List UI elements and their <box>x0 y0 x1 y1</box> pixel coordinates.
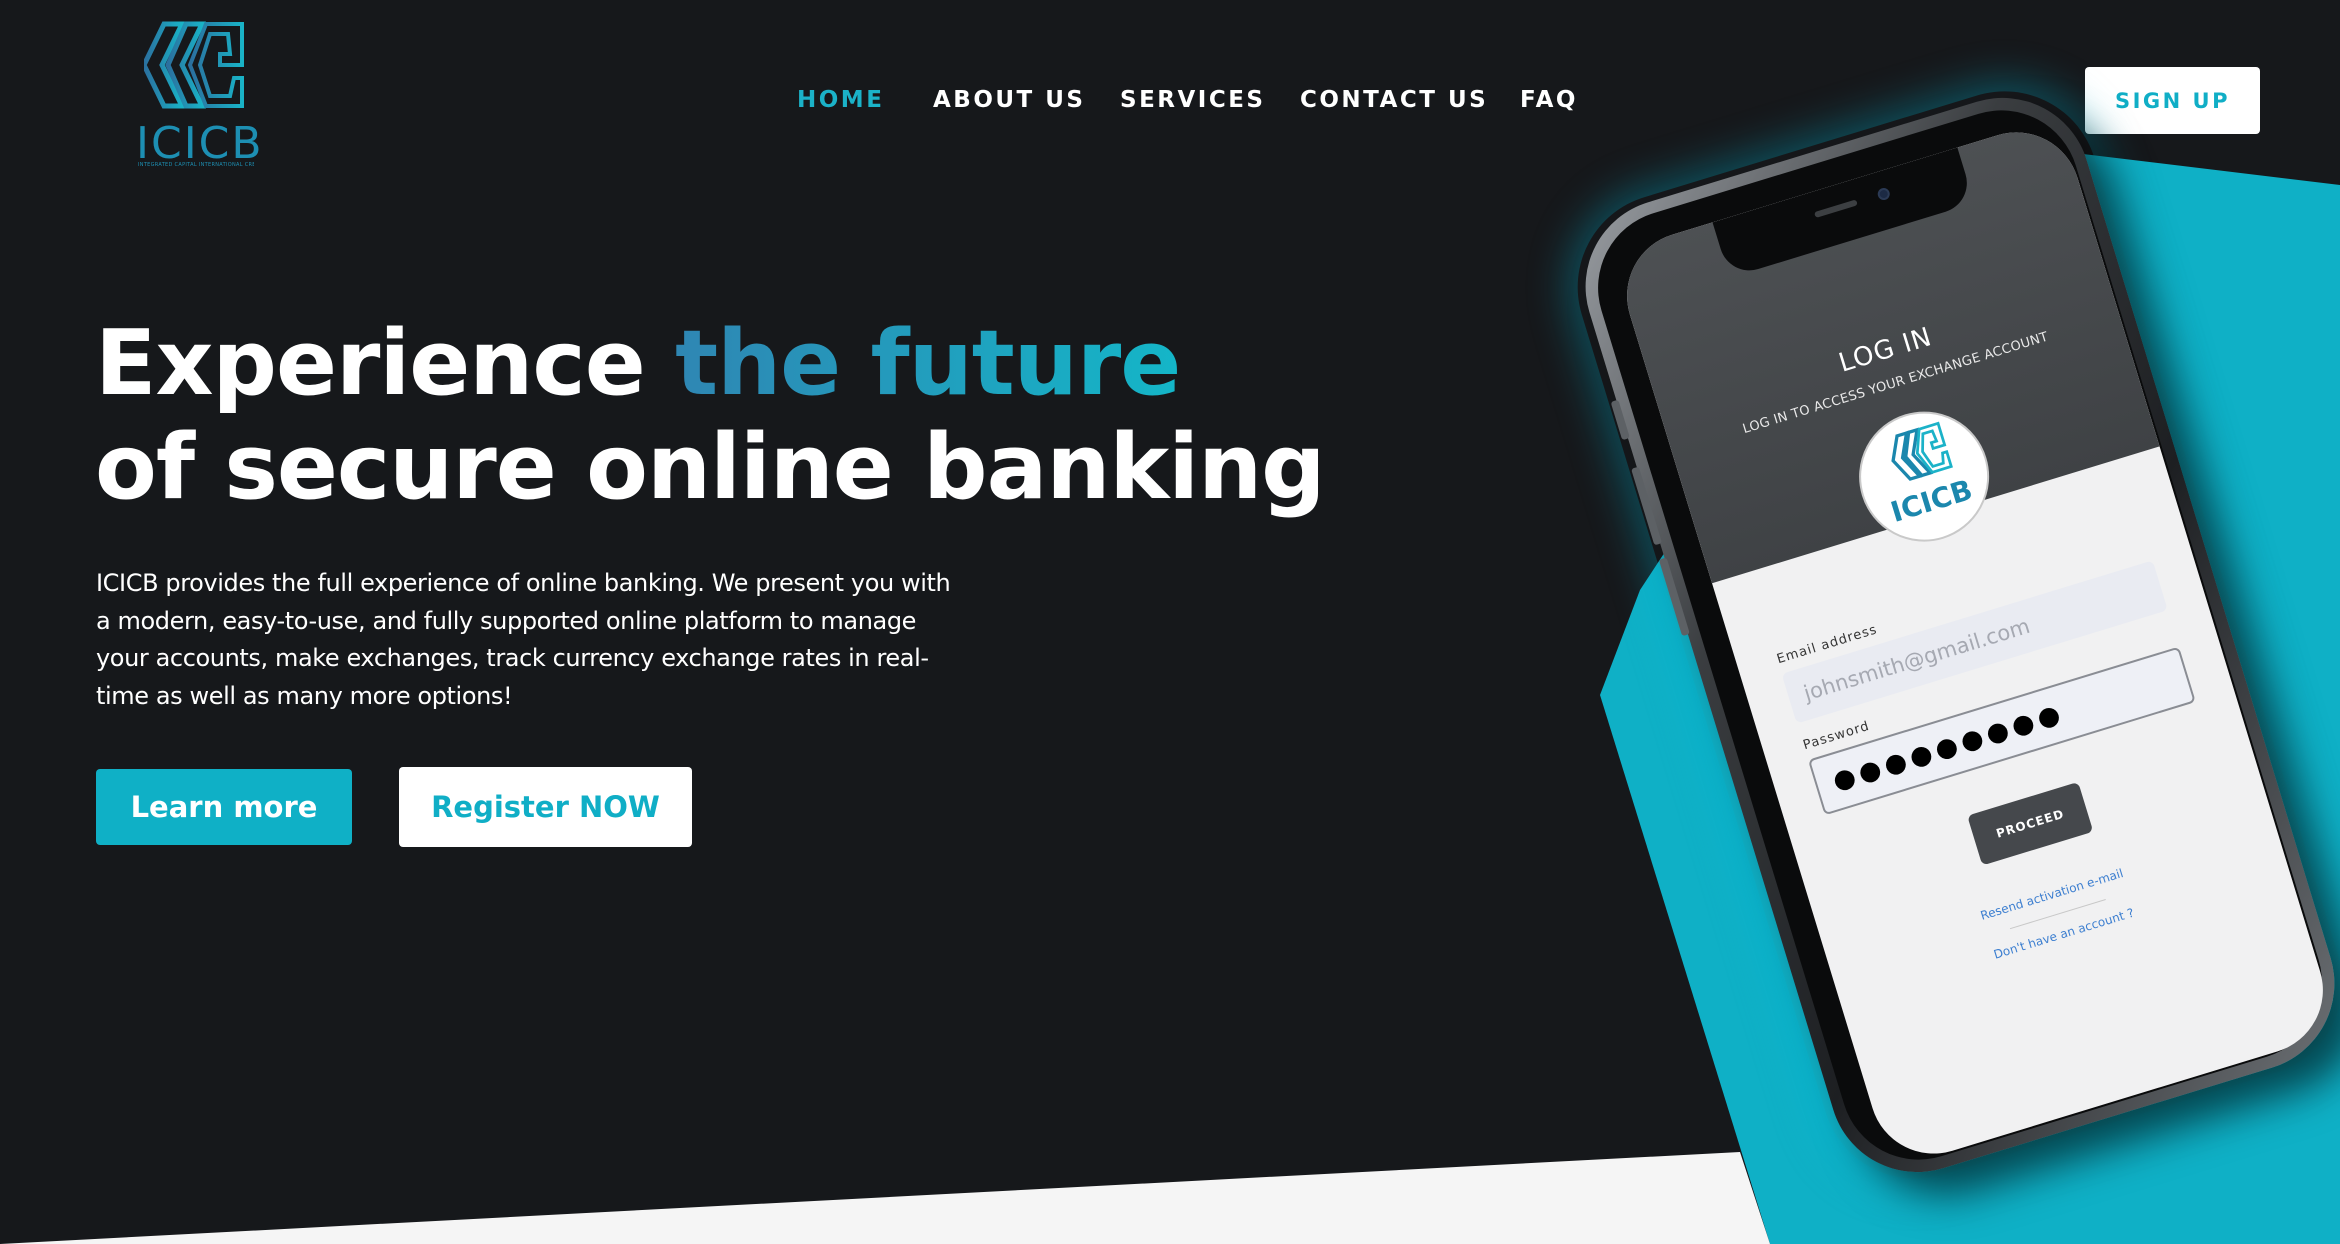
icicb-logo-icon <box>144 21 244 109</box>
white-footer-wedge <box>0 1152 1770 1244</box>
hero-title: Experience the future of secure online b… <box>95 312 1326 520</box>
sign-up-button[interactable]: SIGN UP <box>2085 67 2260 134</box>
nav-home[interactable]: HOME <box>797 84 884 116</box>
brand-logo[interactable]: ICICB INTEGRATED CAPITAL INTERNATIONAL C… <box>128 20 268 170</box>
proceed-button[interactable]: PROCEED <box>1967 781 2094 866</box>
hero-title-plain: Experience <box>95 311 676 416</box>
nav-faq[interactable]: FAQ <box>1520 84 1578 116</box>
learn-more-button[interactable]: Learn more <box>96 769 352 845</box>
nav-about-us[interactable]: ABOUT US <box>933 84 1086 116</box>
hero-description: ICICB provides the full experience of on… <box>96 569 951 710</box>
register-now-button[interactable]: Register NOW <box>399 767 692 847</box>
hero-title-line-1: Experience the future <box>95 312 1295 416</box>
landing-page: ICICB INTEGRATED CAPITAL INTERNATIONAL C… <box>0 0 2340 1244</box>
hero-title-line-2: of secure online banking <box>95 415 1326 520</box>
brand-tagline: INTEGRATED CAPITAL INTERNATIONAL CREDIT … <box>138 162 254 168</box>
nav-services[interactable]: SERVICES <box>1120 84 1266 116</box>
nav-contact-us[interactable]: CONTACT US <box>1300 84 1488 116</box>
hero-title-accent: the future <box>675 311 1181 416</box>
camera-icon <box>1876 186 1892 202</box>
speaker-icon <box>1814 199 1858 218</box>
